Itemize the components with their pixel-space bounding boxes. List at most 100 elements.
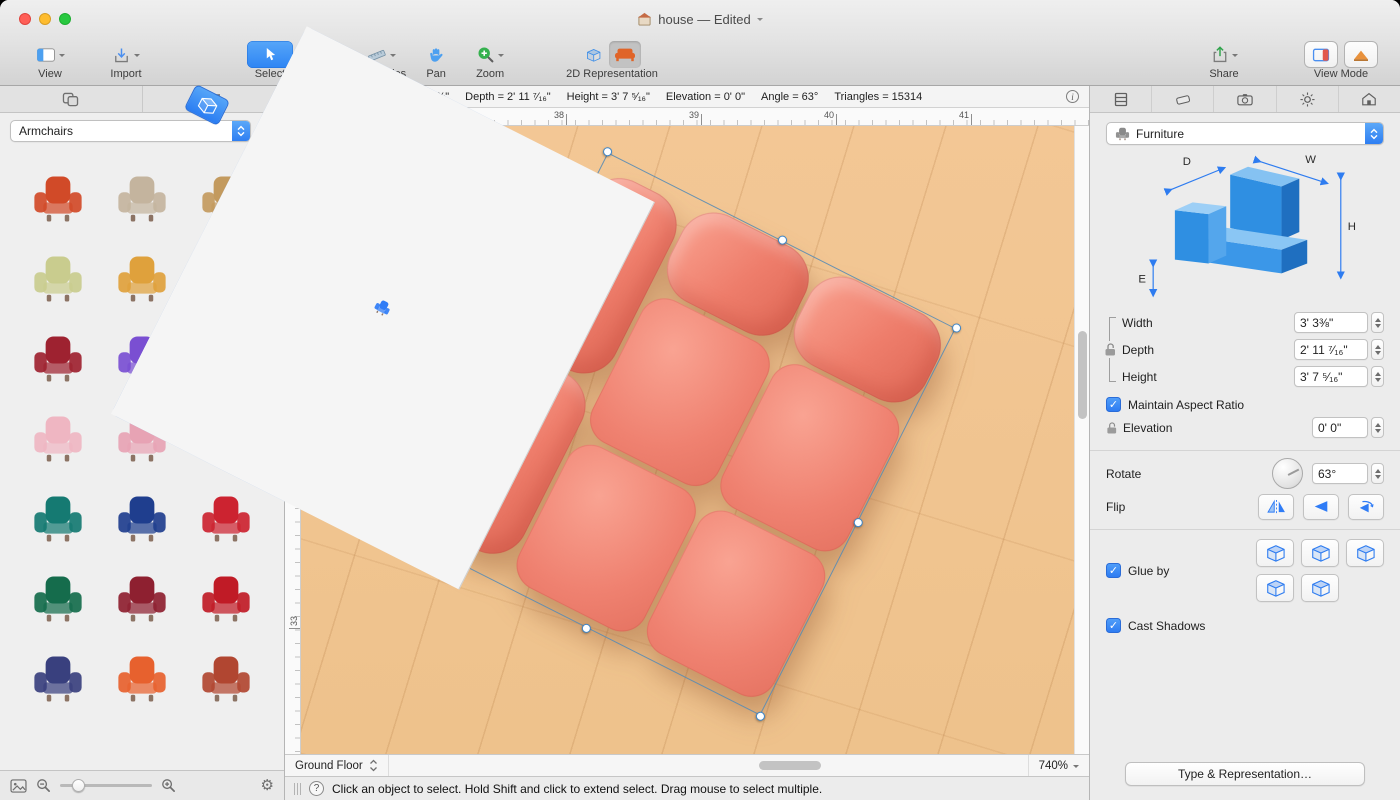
floor-stepper-icon[interactable] bbox=[369, 759, 378, 772]
flip-depth-button[interactable] bbox=[1348, 494, 1384, 520]
armchair-icon bbox=[115, 574, 169, 624]
eraser-icon bbox=[1175, 93, 1191, 106]
angle-stepper[interactable] bbox=[1371, 463, 1384, 484]
floor-selector[interactable]: Ground Floor bbox=[285, 755, 389, 776]
glue-wall-right-button[interactable] bbox=[1256, 574, 1294, 602]
slider-knob[interactable] bbox=[72, 779, 85, 792]
armchair-icon bbox=[31, 334, 85, 384]
vertical-scrollbar-thumb[interactable] bbox=[1078, 331, 1087, 419]
canvas-bottom-bar: Ground Floor 740% bbox=[285, 754, 1089, 776]
height-stepper[interactable] bbox=[1371, 366, 1384, 387]
vertical-scrollbar[interactable] bbox=[1074, 126, 1089, 754]
library-chair-red-white-frame-armchair[interactable] bbox=[184, 479, 268, 559]
zoom-out-icon[interactable] bbox=[36, 778, 51, 793]
title-bar: house — Edited bbox=[0, 0, 1400, 38]
library-chair-orange-sculpted-armchair[interactable] bbox=[16, 159, 100, 239]
tab-materials[interactable] bbox=[1152, 86, 1214, 112]
library-chair-beige-plush-armchair[interactable] bbox=[100, 159, 184, 239]
tab-materials-library[interactable] bbox=[0, 86, 143, 112]
elevation-lock-icon[interactable] bbox=[1106, 421, 1118, 435]
view-button[interactable]: View bbox=[26, 41, 74, 80]
cube-icon bbox=[1263, 543, 1287, 563]
library-chair-green-modern-armchair[interactable] bbox=[16, 559, 100, 639]
import-icon bbox=[112, 46, 131, 64]
armchair-icon bbox=[199, 494, 253, 544]
library-chair-pink-metal-frame-armchair[interactable] bbox=[16, 399, 100, 479]
title-dropdown-icon[interactable] bbox=[757, 18, 763, 24]
armchair-icon bbox=[31, 414, 85, 464]
library-chair-pale-green-armchair[interactable] bbox=[16, 239, 100, 319]
2d-sofa-toggle[interactable] bbox=[609, 41, 641, 68]
zoom-plus-icon bbox=[476, 45, 495, 64]
thumbnail-view-icon[interactable] bbox=[10, 779, 27, 793]
angle-field[interactable]: 63° bbox=[1312, 463, 1368, 484]
library-chair-navy-tub-armchair[interactable] bbox=[100, 479, 184, 559]
flip-vertical-button[interactable] bbox=[1303, 494, 1339, 520]
tab-camera[interactable] bbox=[1214, 86, 1276, 112]
cube-icon bbox=[1308, 543, 1332, 563]
horizontal-scrollbar-thumb[interactable] bbox=[759, 761, 821, 770]
info-icon[interactable]: i bbox=[1066, 90, 1079, 103]
zoom-window-button[interactable] bbox=[59, 13, 71, 25]
representation-button[interactable]: 2D Representation bbox=[566, 41, 658, 80]
view-mode-3d-button[interactable] bbox=[1344, 41, 1378, 68]
maintain-aspect-checkbox[interactable]: ✓ bbox=[1106, 397, 1121, 412]
close-window-button[interactable] bbox=[19, 13, 31, 25]
zoom-level-control[interactable]: 740% bbox=[1028, 755, 1089, 776]
glue-floor-button[interactable] bbox=[1256, 539, 1294, 567]
share-button[interactable]: Share bbox=[1200, 41, 1248, 80]
library-chair-rust-armchair[interactable] bbox=[184, 639, 268, 719]
height-field[interactable]: 3' 7 ⁵⁄₁₆" bbox=[1294, 366, 1368, 387]
dimensions-block: Width 3' 3⅜" Depth 2' 11 ⁷⁄₁₆" Height 3'… bbox=[1106, 309, 1384, 390]
depth-field[interactable]: 2' 11 ⁷⁄₁₆" bbox=[1294, 339, 1368, 360]
tab-house[interactable] bbox=[1339, 86, 1400, 112]
armchair-icon bbox=[115, 174, 169, 224]
depth-stepper[interactable] bbox=[1371, 339, 1384, 360]
glue-ceiling-button[interactable] bbox=[1301, 539, 1339, 567]
flip-horizontal-icon bbox=[1266, 499, 1287, 514]
tab-light[interactable] bbox=[1277, 86, 1339, 112]
object-type-value: Furniture bbox=[1136, 127, 1184, 141]
type-representation-button[interactable]: Type & Representation… bbox=[1125, 762, 1365, 786]
horizontal-scrollbar[interactable] bbox=[389, 755, 1028, 776]
chevron-down-icon bbox=[59, 54, 65, 60]
zoom-tool-button[interactable]: Zoom bbox=[466, 41, 514, 80]
glue-section: ✓ Glue by bbox=[1106, 539, 1384, 602]
library-chair-red-armchair[interactable] bbox=[184, 559, 268, 639]
rotate-dial[interactable] bbox=[1272, 458, 1303, 489]
object-type-select[interactable]: Furniture bbox=[1106, 122, 1384, 145]
thumbnail-size-slider[interactable] bbox=[60, 784, 152, 787]
armchair-icon bbox=[31, 254, 85, 304]
resize-handle[interactable] bbox=[754, 710, 766, 722]
import-button[interactable]: Import bbox=[102, 41, 150, 80]
dimensions-lock-icon[interactable] bbox=[1103, 341, 1118, 358]
width-field[interactable]: 3' 3⅜" bbox=[1294, 312, 1368, 333]
library-chair-teal-tub-armchair[interactable] bbox=[16, 479, 100, 559]
info-triangles: Triangles = 15314 bbox=[834, 91, 922, 103]
minimize-window-button[interactable] bbox=[39, 13, 51, 25]
zoom-in-icon[interactable] bbox=[161, 778, 176, 793]
flip-horizontal-button[interactable] bbox=[1258, 494, 1294, 520]
library-chair-orange-swivel-armchair[interactable] bbox=[100, 639, 184, 719]
roof-3d-icon bbox=[1352, 48, 1370, 62]
elevation-stepper[interactable] bbox=[1371, 417, 1384, 438]
camera-icon bbox=[1237, 93, 1253, 106]
library-chair-navy-swivel-armchair[interactable] bbox=[16, 639, 100, 719]
glue-wall-front-button[interactable] bbox=[1301, 574, 1339, 602]
library-chair-maroon-armchair[interactable] bbox=[100, 559, 184, 639]
library-chair-dark-red-club-armchair[interactable] bbox=[16, 319, 100, 399]
cast-shadows-checkbox[interactable]: ✓ bbox=[1106, 618, 1121, 633]
elevation-field[interactable]: 0' 0" bbox=[1312, 417, 1368, 438]
tab-building-properties[interactable] bbox=[1090, 86, 1152, 112]
glue-wall-back-button[interactable] bbox=[1346, 539, 1384, 567]
cube-icon bbox=[1353, 543, 1377, 563]
pan-tool-button[interactable]: Pan bbox=[412, 41, 460, 80]
gear-icon[interactable]: ⚙ bbox=[261, 778, 274, 793]
help-icon[interactable]: ? bbox=[309, 781, 324, 796]
floor-name: Ground Floor bbox=[295, 760, 363, 772]
glue-by-checkbox[interactable]: ✓ bbox=[1106, 563, 1121, 578]
drag-grip-icon[interactable] bbox=[294, 783, 301, 795]
width-stepper[interactable] bbox=[1371, 312, 1384, 333]
view-mode-elevation-button[interactable] bbox=[1304, 41, 1338, 68]
height-label: Height bbox=[1122, 370, 1294, 384]
